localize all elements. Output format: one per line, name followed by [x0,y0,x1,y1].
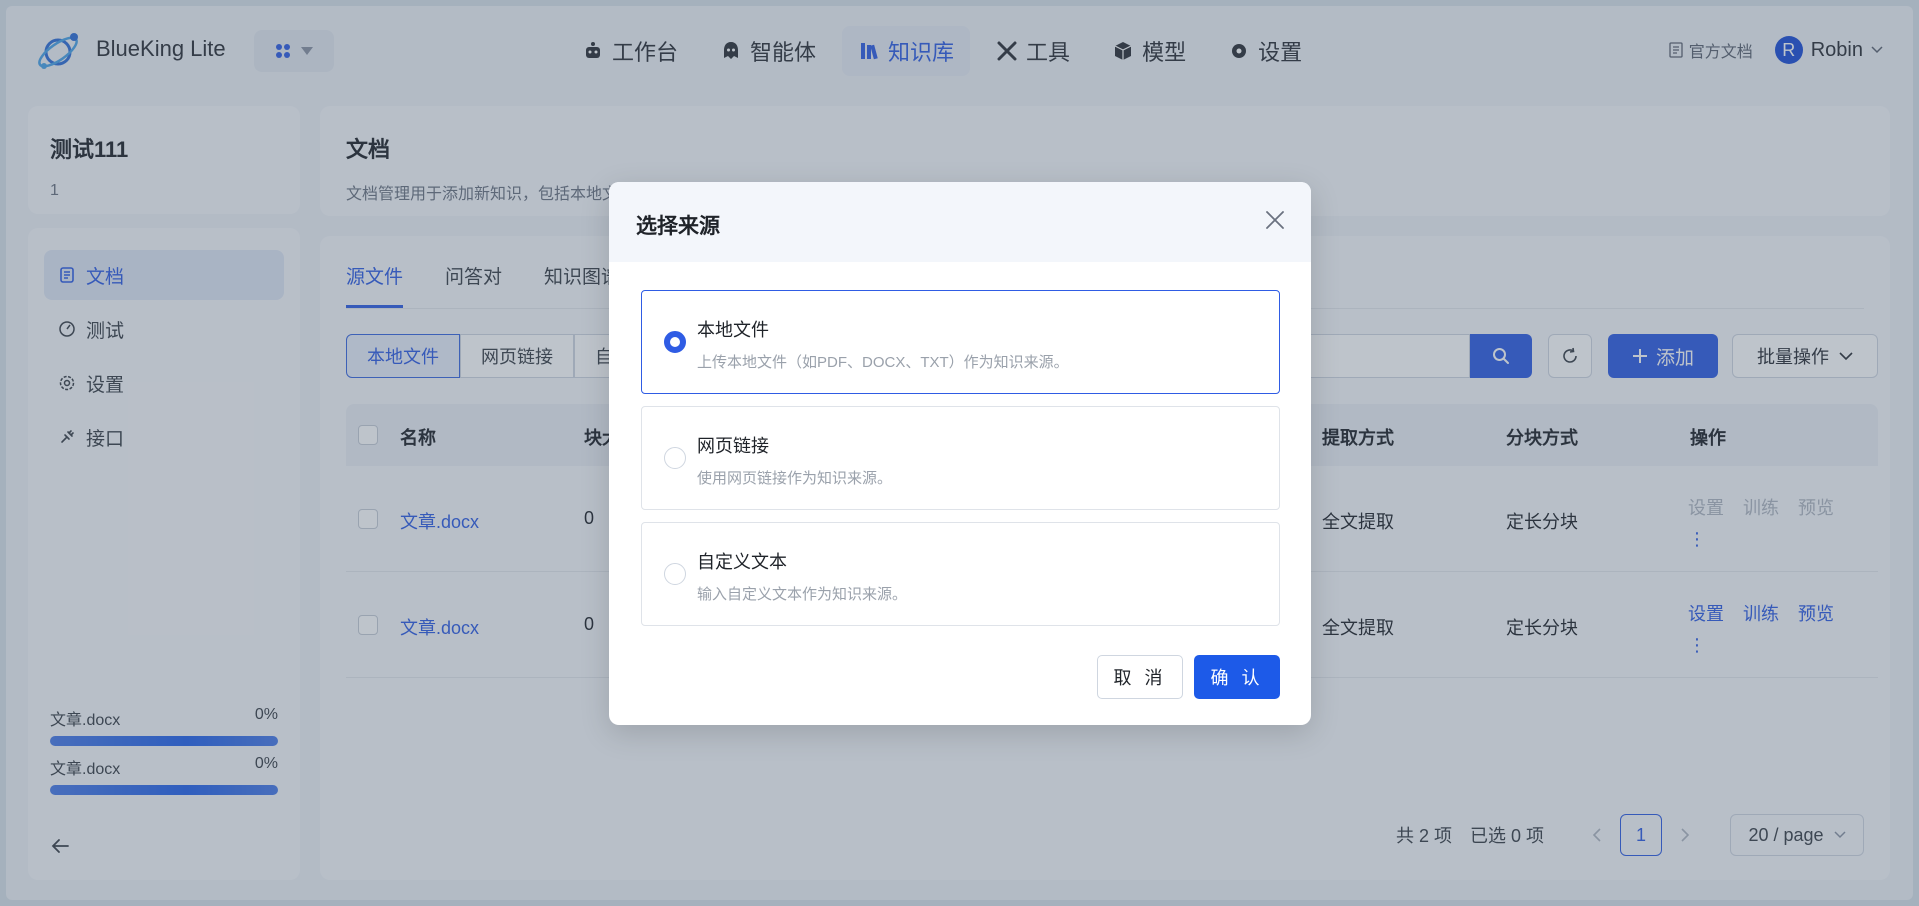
radio-button[interactable] [664,331,686,353]
dialog-header: 选择来源 [609,182,1311,262]
confirm-button[interactable]: 确 认 [1194,655,1280,699]
option-title: 网页链接 [697,436,769,456]
radio-button[interactable] [664,563,686,585]
select-source-dialog: 选择来源 本地文件 上传本地文件（如PDF、DOCX、TXT）作为知识来源。 网… [609,182,1311,725]
option-title: 自定义文本 [697,552,787,572]
cancel-button[interactable]: 取 消 [1097,655,1183,699]
option-description: 输入自定义文本作为知识来源。 [697,586,908,603]
option-description: 上传本地文件（如PDF、DOCX、TXT）作为知识来源。 [697,354,1069,371]
source-option-web-link[interactable]: 网页链接 使用网页链接作为知识来源。 [641,406,1280,510]
source-option-local-file[interactable]: 本地文件 上传本地文件（如PDF、DOCX、TXT）作为知识来源。 [641,290,1280,394]
option-description: 使用网页链接作为知识来源。 [697,470,893,487]
option-title: 本地文件 [697,320,769,340]
dialog-title: 选择来源 [636,215,720,238]
source-option-custom-text[interactable]: 自定义文本 输入自定义文本作为知识来源。 [641,522,1280,626]
close-icon[interactable] [1263,208,1287,232]
radio-button[interactable] [664,447,686,469]
